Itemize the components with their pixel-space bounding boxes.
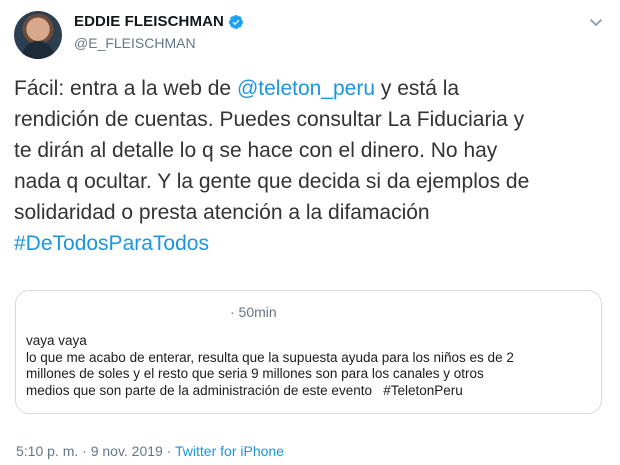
author-display-name[interactable]: EDDIE FLEISCHMAN: [74, 13, 224, 30]
mention-link[interactable]: @teleton_peru: [237, 77, 375, 100]
quoted-tweet-text: vaya vaya lo que me acabo de enterar, re…: [26, 333, 514, 398]
tweet-source-link[interactable]: Twitter for iPhone: [175, 443, 284, 459]
tweet-card: EDDIE FLEISCHMAN @E_FLEISCHMAN Fácil: en…: [0, 0, 620, 465]
author-handle[interactable]: @E_FLEISCHMAN: [74, 35, 196, 51]
author-name-row: EDDIE FLEISCHMAN: [74, 13, 244, 30]
avatar[interactable]: [14, 11, 62, 59]
tweet-meta: 5:10 p. m. · 9 nov. 2019 · Twitter for i…: [16, 443, 284, 459]
verified-badge-icon: [228, 14, 243, 29]
tweet-text: Fácil: entra a la web de @teleton_peru y…: [14, 73, 610, 259]
quoted-tweet-time: · 50min: [230, 304, 277, 320]
hashtag-link[interactable]: #DeTodosParaTodos: [14, 232, 209, 255]
tweet-timestamp[interactable]: 5:10 p. m. · 9 nov. 2019 ·: [16, 443, 175, 459]
chevron-down-icon[interactable]: [588, 14, 604, 30]
quoted-tweet[interactable]: · 50min vaya vaya lo que me acabo de ent…: [15, 290, 602, 414]
tweet-text-part: Fácil: entra a la web de: [14, 77, 237, 100]
